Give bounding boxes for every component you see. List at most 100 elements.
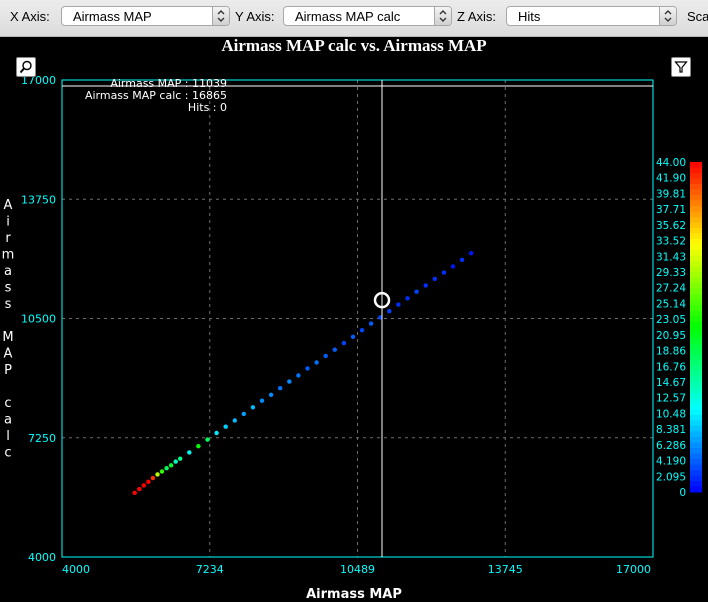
data-point <box>214 430 219 436</box>
scatter-plot[interactable]: Airmass MAP calc vs. Airmass MAP 4000 723… <box>0 37 708 602</box>
y-axis-title: AirmassMAPcalc <box>2 198 15 461</box>
data-point <box>368 321 374 326</box>
colorbar-tick-label: 10.48 <box>656 408 686 420</box>
colorbar-segment <box>690 310 702 317</box>
colorbar-tick-label: 0 <box>679 487 686 499</box>
colorbar-segment <box>690 167 702 174</box>
data-point <box>314 360 319 365</box>
colorbar-segment <box>690 442 702 449</box>
colorbar-segment <box>690 437 702 443</box>
colorbar-segment <box>690 222 702 229</box>
colorbar-segment <box>690 261 702 267</box>
colorbar-tick-label: 39.81 <box>656 188 686 200</box>
colorbar-tick-label: 29.33 <box>656 267 686 279</box>
data-point <box>173 459 178 464</box>
data-point <box>241 411 246 417</box>
y-tick-label: 13750 <box>21 193 56 206</box>
y-axis-title-char: s <box>5 281 12 296</box>
colorbar-segment <box>690 217 702 223</box>
colorbar-tick-labels: 44.00 41.90 39.81 37.71 35.62 33.52 31.43 29.33… <box>656 157 686 499</box>
x-tick-labels: 4000 7234 10489 13745 17000 <box>62 563 651 576</box>
colorbar-segment <box>690 398 702 405</box>
cursor-readout-line: Hits : 0 <box>188 101 227 114</box>
colorbar-segment <box>690 288 702 295</box>
y-axis-title-char: l <box>6 429 10 444</box>
colorbar-tick-label: 12.57 <box>656 393 686 405</box>
colorbar-tick-label: 41.90 <box>656 173 686 185</box>
zoom-icon <box>19 60 32 74</box>
colorbar-tick-label: 25.14 <box>656 298 686 310</box>
colorbar-segment <box>690 200 702 207</box>
data-point <box>350 334 356 339</box>
y-axis-title-char: s <box>5 297 12 312</box>
colorbar-tick-label: 35.62 <box>656 220 686 232</box>
data-point <box>278 386 283 391</box>
y-axis-title-char: A <box>4 198 13 213</box>
data-point <box>323 353 328 359</box>
data-point <box>259 398 265 403</box>
colorbar-segment <box>690 239 702 245</box>
data-point <box>450 264 456 269</box>
colorbar-tick-label: 23.05 <box>656 314 686 326</box>
z-axis-select[interactable]: Hits <box>506 6 677 26</box>
x-tick-label: 10489 <box>340 563 375 576</box>
data-point <box>359 328 365 333</box>
colorbar-segment <box>690 404 702 410</box>
chevron-updown-icon <box>212 7 229 25</box>
data-point <box>423 283 428 288</box>
colorbar-segment <box>690 349 702 355</box>
colorbar-segment <box>690 475 702 482</box>
colorbar-segment <box>690 255 702 262</box>
colorbar-segment <box>690 327 702 333</box>
data-point <box>441 270 447 275</box>
y-axis-title-char: c <box>4 446 11 461</box>
data-point <box>146 479 151 484</box>
colorbar-segment <box>690 426 702 432</box>
data-point <box>459 257 465 262</box>
chevron-updown-icon <box>659 7 676 25</box>
colorbar-tick-label: 2.095 <box>656 471 686 483</box>
colorbar-segment <box>690 486 702 493</box>
y-axis-title-char: P <box>4 363 12 378</box>
y-axis-label: Y Axis: <box>235 9 275 24</box>
data-point <box>232 418 237 423</box>
z-axis-label: Z Axis: <box>457 9 497 24</box>
zoom-button[interactable] <box>16 57 36 77</box>
colorbar-segment <box>690 266 702 273</box>
colorbar-segment <box>690 365 702 372</box>
y-axis-title-char: a <box>4 264 12 279</box>
data-point <box>132 490 137 495</box>
y-axis-title-char: r <box>5 231 11 246</box>
colorbar-segment <box>690 360 702 366</box>
colorbar-segment <box>690 211 702 218</box>
colorbar-segment <box>690 195 702 201</box>
colorbar-segment <box>690 354 702 361</box>
y-axis-title-char: M <box>2 330 13 345</box>
cursor-readout: Airmass MAP : 11039 Airmass MAP calc : 1… <box>85 77 227 114</box>
y-axis-title-char: i <box>6 215 10 230</box>
y-axis-select[interactable]: Airmass MAP calc <box>283 6 452 26</box>
colorbar-segment <box>690 338 702 344</box>
z-axis-value: Hits <box>518 9 541 24</box>
colorbar-segment <box>690 420 702 427</box>
colorbar-segment <box>690 332 702 339</box>
data-point <box>150 475 156 481</box>
x-tick-label: 13745 <box>488 563 523 576</box>
data-point <box>168 463 174 468</box>
data-point <box>287 379 292 384</box>
data-point <box>178 456 183 461</box>
y-axis-title-char: A <box>4 347 13 362</box>
y-axis-title-char: c <box>4 396 11 411</box>
filter-button[interactable] <box>671 57 691 77</box>
x-axis-select[interactable]: Airmass MAP <box>61 6 230 26</box>
colorbar-tick-label: 31.43 <box>656 251 686 263</box>
y-tick-labels: 40007250105001375017000 <box>21 74 56 564</box>
colorbar-tick-label: 16.76 <box>656 361 686 373</box>
axis-toolbar: X Axis: Airmass MAP Y Axis: Airmass MAP … <box>0 0 708 37</box>
colorbar-segment <box>690 321 702 328</box>
data-point <box>159 469 165 474</box>
colorbar-tick-label: 27.24 <box>656 283 686 295</box>
data-point <box>137 486 142 492</box>
colorbar-segment <box>690 299 702 306</box>
colorbar-segment <box>690 277 702 284</box>
